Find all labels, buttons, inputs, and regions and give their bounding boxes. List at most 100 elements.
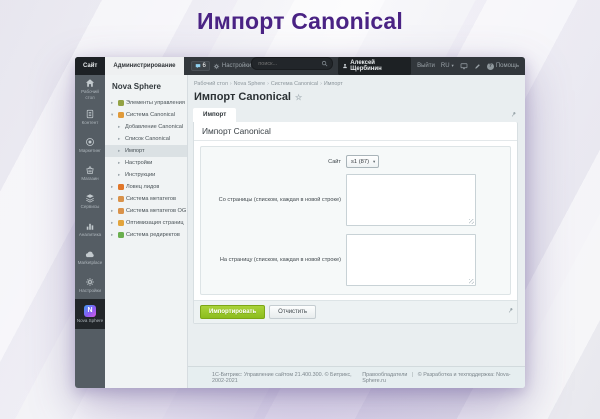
to-pages-row: На страницу (списком, каждая в новой стр…: [211, 234, 500, 286]
favorite-star-icon[interactable]: ☆: [295, 93, 302, 102]
chart-icon: [85, 221, 95, 231]
main-column: Рабочий стол›Nova Sphere›Система Canonic…: [188, 75, 525, 388]
search-icon[interactable]: [321, 60, 328, 67]
gear-icon: [213, 63, 220, 70]
form-buttons: Импортировать Отчистить: [194, 300, 517, 323]
footer-right: Правообладатели | © Разработка и техподд…: [362, 372, 517, 384]
menu-item[interactable]: ▸ Система метатегов: [105, 193, 187, 205]
rail-item[interactable]: Рабочий стол: [75, 75, 105, 103]
menu-item-icon: [118, 196, 124, 202]
form-fields: Сайт s1 (87) ▾ Со страницы (списком, каж…: [200, 146, 511, 295]
help-label: Помощь: [496, 63, 519, 69]
topbar: Сайт Администрирование 6 Настройки Алекс…: [75, 57, 525, 75]
menu-item-icon: [118, 100, 124, 106]
chevron-icon: ▸: [111, 232, 116, 238]
chevron-icon: ▸: [111, 100, 116, 106]
to-pages-wrap: [346, 234, 476, 286]
chevron-down-icon: ▾: [373, 159, 375, 165]
search-input[interactable]: [256, 60, 321, 68]
menu-item[interactable]: ▾ Система Canonical: [105, 109, 187, 121]
rail-item[interactable]: Настройки: [75, 271, 105, 299]
menu-item-icon: [118, 208, 124, 214]
logout-button[interactable]: Выйти: [417, 63, 435, 69]
menu-item[interactable]: ▸ Инструкции: [105, 169, 187, 181]
rail-item[interactable]: Сервисы: [75, 187, 105, 215]
chevron-icon: ▸: [111, 184, 116, 190]
chevron-icon: ▸: [118, 124, 123, 130]
site-label: Сайт: [211, 159, 346, 165]
footer-version: 1С-Битрикс: Управление сайтом 21.400.300…: [212, 372, 362, 384]
tab-administration[interactable]: Администрирование: [105, 57, 183, 75]
chevron-icon: ▸: [118, 160, 123, 166]
import-button[interactable]: Импортировать: [200, 305, 265, 319]
gear-icon: [85, 277, 95, 287]
user-name: Алексей Щербинин: [350, 60, 407, 72]
menu-item[interactable]: ▸ Оптимизация страниц: [105, 217, 187, 229]
tab-site[interactable]: Сайт: [75, 57, 105, 75]
footer-separator: |: [412, 372, 413, 378]
admin-window: Сайт Администрирование 6 Настройки Алекс…: [75, 57, 525, 388]
chevron-icon: ▸: [111, 196, 116, 202]
notifications-button[interactable]: 6: [191, 61, 210, 71]
sidebar-menu: Nova Sphere ▸ Элементы управления ▾ Сист…: [105, 75, 188, 388]
breadcrumb-item[interactable]: Nova Sphere: [234, 81, 265, 87]
breadcrumb-separator: ›: [230, 81, 232, 87]
breadcrumb-item[interactable]: Импорт: [324, 81, 343, 87]
menu-item[interactable]: ▸ Добавление Canonical: [105, 121, 187, 133]
menu-item-icon: [118, 184, 124, 190]
menu-item[interactable]: ▸ Настройки: [105, 157, 187, 169]
edit-pencil-icon[interactable]: [474, 63, 481, 70]
chevron-down-icon: ▾: [452, 63, 454, 69]
chevron-icon: ▸: [118, 172, 123, 178]
breadcrumb-item[interactable]: Рабочий стол: [194, 81, 228, 87]
rail-item[interactable]: Маркетинг: [75, 131, 105, 159]
menu-item[interactable]: ▸ Список Canonical: [105, 133, 187, 145]
pin-icon[interactable]: [510, 111, 517, 118]
site-select[interactable]: s1 (87) ▾: [346, 155, 379, 168]
from-pages-textarea[interactable]: [346, 174, 476, 226]
menu-item-icon: [118, 232, 124, 238]
to-pages-textarea[interactable]: [346, 234, 476, 286]
page-title: Импорт Canonical ☆: [194, 91, 518, 103]
rail-item[interactable]: Аналитика: [75, 215, 105, 243]
to-pages-label: На страницу (списком, каждая в новой стр…: [211, 257, 346, 263]
menu-item-icon: [118, 112, 124, 118]
clear-button[interactable]: Отчистить: [269, 305, 316, 319]
rail-item[interactable]: N Nova Sphere: [75, 299, 105, 329]
site-select-value: s1 (87): [351, 159, 369, 165]
menu-item[interactable]: ▸ Система редиректов: [105, 229, 187, 241]
rail-item[interactable]: Контент: [75, 103, 105, 131]
tab-import[interactable]: Импорт: [193, 108, 236, 122]
breadcrumb-separator: ›: [267, 81, 269, 87]
settings-label: Настройки: [222, 63, 251, 69]
target-icon: [85, 137, 95, 147]
user-menu-button[interactable]: Алексей Щербинин: [338, 57, 411, 75]
settings-button[interactable]: Настройки: [213, 63, 251, 70]
chevron-icon: ▸: [118, 148, 123, 154]
menu-item[interactable]: ▸ Ловец лидов: [105, 181, 187, 193]
breadcrumb-separator: ›: [320, 81, 322, 87]
from-pages-wrap: [346, 174, 476, 226]
rail-item[interactable]: Магазин: [75, 159, 105, 187]
help-button[interactable]: ? Помощь: [487, 63, 519, 70]
menu-item[interactable]: ▸ Система метатегов OG: [105, 205, 187, 217]
menu-item-icon: [118, 220, 124, 226]
sidebar-heading: Nova Sphere: [105, 75, 187, 97]
language-selector[interactable]: RU ▾: [441, 63, 454, 69]
pin-icon[interactable]: [507, 307, 514, 314]
document-icon: [85, 109, 95, 119]
breadcrumb: Рабочий стол›Nova Sphere›Система Canonic…: [194, 81, 518, 87]
chevron-icon: ▾: [111, 112, 116, 118]
rail-item[interactable]: Marketplace: [75, 243, 105, 271]
nova-logo-icon: N: [84, 305, 96, 317]
desktop-icon[interactable]: [460, 62, 468, 70]
page-heading: Импорт Canonical: [0, 8, 600, 35]
work-area: Рабочий стол›Nova Sphere›Система Canonic…: [188, 75, 525, 366]
question-mark-icon: ?: [487, 63, 494, 70]
menu-item[interactable]: ▸ Импорт: [105, 145, 187, 157]
layers-icon: [85, 193, 95, 203]
home-icon: [85, 78, 95, 88]
menu-item[interactable]: ▸ Элементы управления: [105, 97, 187, 109]
form-panel: Импорт Canonical Сайт s1 (87) ▾ Со стран…: [193, 122, 518, 324]
breadcrumb-item[interactable]: Система Canonical: [271, 81, 318, 87]
